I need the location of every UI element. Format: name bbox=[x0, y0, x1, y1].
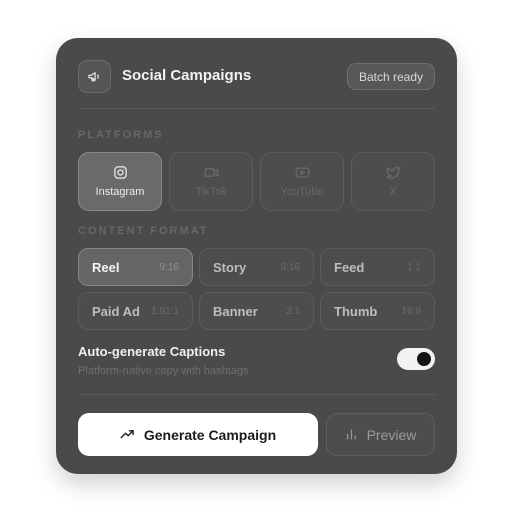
format-name: Story bbox=[213, 259, 247, 275]
format-ratio: 9:16 bbox=[159, 261, 179, 273]
actions-divider bbox=[78, 394, 435, 395]
format-option-reel[interactable]: Reel 9:16 bbox=[78, 248, 193, 286]
trending-up-icon bbox=[120, 427, 135, 442]
page-title: Social Campaigns bbox=[122, 67, 252, 84]
format-ratio: 16:9 bbox=[401, 305, 421, 317]
format-option-paid-ad[interactable]: Paid Ad 1.91:1 bbox=[78, 292, 193, 330]
platform-label: TikTok bbox=[195, 186, 227, 198]
captions-title: Auto-generate Captions bbox=[78, 344, 226, 359]
format-option-thumb[interactable]: Thumb 16:9 bbox=[320, 292, 435, 330]
platform-tiktok[interactable]: TikTok bbox=[169, 152, 253, 211]
platform-instagram[interactable]: Instagram bbox=[78, 152, 162, 211]
format-selector: Reel 9:16 Story 9:16 Feed 1:1 Paid Ad 1.… bbox=[78, 248, 435, 330]
twitter-bird-icon bbox=[386, 165, 401, 180]
bar-chart-icon bbox=[345, 428, 358, 441]
format-name: Reel bbox=[92, 259, 120, 275]
format-name: Thumb bbox=[334, 303, 378, 319]
platform-selector: Instagram TikTok YouTube X bbox=[78, 152, 435, 211]
platform-label: X bbox=[389, 186, 397, 198]
format-ratio: 1.91:1 bbox=[151, 305, 179, 317]
format-ratio: 1:1 bbox=[407, 261, 421, 273]
format-option-banner[interactable]: Banner 3:1 bbox=[199, 292, 314, 330]
format-name: Banner bbox=[213, 303, 258, 319]
platform-youtube[interactable]: YouTube bbox=[260, 152, 344, 211]
status-badge: Batch ready bbox=[346, 63, 435, 90]
captions-toggle[interactable] bbox=[397, 348, 435, 370]
platform-x[interactable]: X bbox=[351, 152, 435, 211]
youtube-icon bbox=[295, 165, 310, 180]
format-option-feed[interactable]: Feed 1:1 bbox=[320, 248, 435, 286]
content-format-section-label: CONTENT FORMAT bbox=[78, 225, 209, 237]
platform-label: YouTube bbox=[280, 186, 324, 198]
format-ratio: 3:1 bbox=[286, 305, 300, 317]
format-ratio: 9:16 bbox=[280, 261, 300, 273]
format-name: Paid Ad bbox=[92, 303, 140, 319]
platform-label: Instagram bbox=[95, 186, 145, 198]
format-name: Feed bbox=[334, 259, 365, 275]
generate-campaign-button[interactable]: Generate Campaign bbox=[78, 413, 318, 456]
platforms-section-label: PLATFORMS bbox=[78, 129, 164, 141]
video-camera-icon bbox=[204, 165, 219, 180]
instagram-icon bbox=[113, 165, 128, 180]
megaphone-icon bbox=[78, 60, 111, 93]
social-campaigns-card: Social Campaigns Batch ready PLATFORMS I… bbox=[56, 38, 457, 474]
generate-campaign-label: Generate Campaign bbox=[143, 426, 277, 443]
preview-button[interactable]: Preview bbox=[326, 413, 435, 456]
format-option-story[interactable]: Story 9:16 bbox=[199, 248, 314, 286]
preview-label: Preview bbox=[366, 426, 417, 443]
toggle-knob bbox=[417, 352, 431, 366]
captions-subtitle: Platform-native copy with hashtags bbox=[78, 365, 249, 377]
header-divider bbox=[78, 108, 435, 109]
